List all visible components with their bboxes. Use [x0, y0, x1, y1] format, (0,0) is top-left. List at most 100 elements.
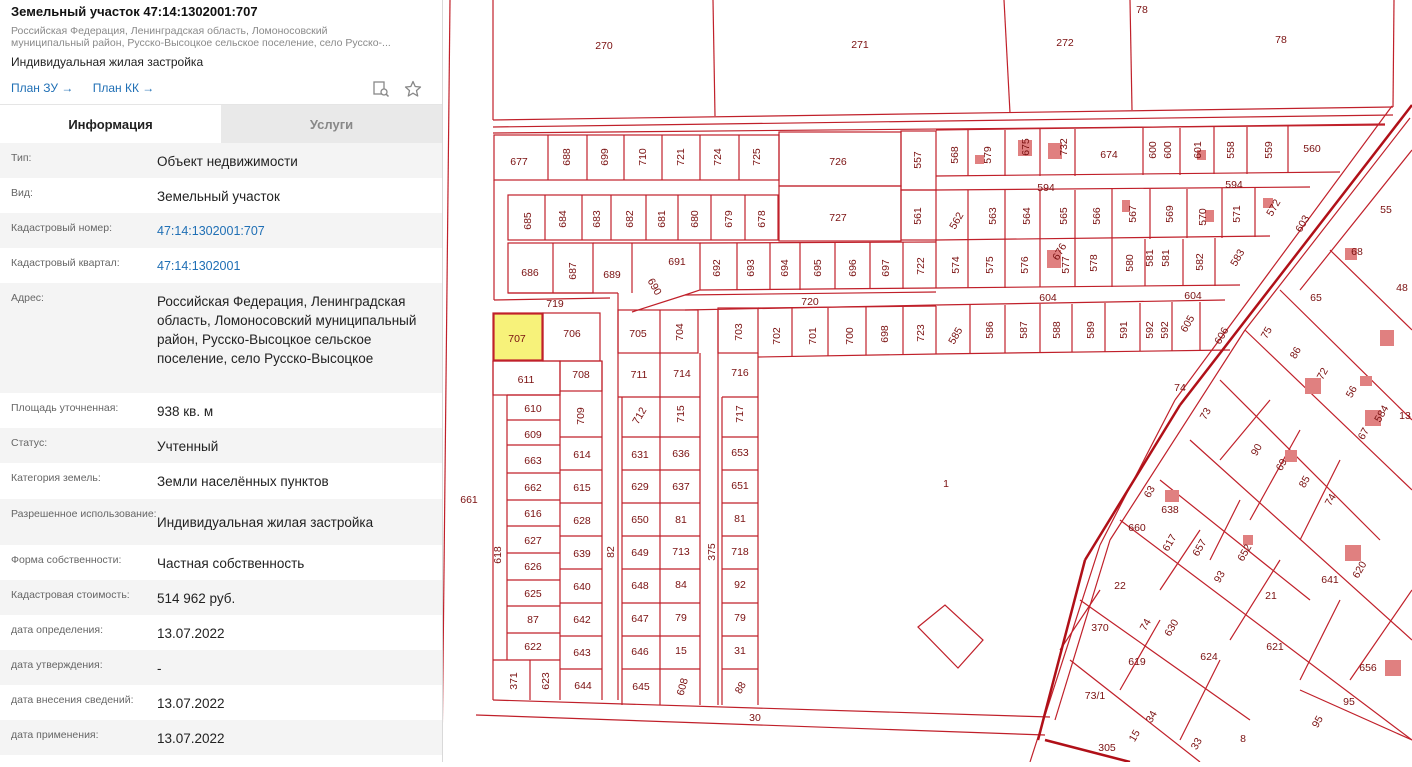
- parcel-label[interactable]: 56: [1344, 384, 1360, 400]
- parcel-label[interactable]: 717: [734, 405, 746, 423]
- parcel-label[interactable]: 586: [984, 321, 996, 339]
- parcel-label[interactable]: 698: [879, 325, 891, 343]
- parcel-label[interactable]: 674: [1100, 149, 1118, 161]
- parcel-label[interactable]: 679: [723, 210, 735, 228]
- parcel-label[interactable]: 87: [527, 614, 539, 626]
- parcel-label[interactable]: 571: [1231, 205, 1243, 223]
- parcel-label[interactable]: 579: [982, 146, 994, 164]
- parcel-label[interactable]: 688: [561, 148, 573, 166]
- parcel-label[interactable]: 713: [672, 546, 690, 558]
- map-canvas[interactable]: 270 271 2727878677 688 699 710 721 724 725 726 557…: [441, 0, 1412, 764]
- parcel-label[interactable]: 706: [563, 328, 581, 340]
- parcel-label[interactable]: 576: [1019, 256, 1031, 274]
- parcel-label[interactable]: 566: [1091, 207, 1103, 225]
- parcel-label[interactable]: 643: [573, 647, 591, 659]
- parcel-label[interactable]: 719: [546, 298, 564, 310]
- parcel-label[interactable]: 578: [1088, 254, 1100, 272]
- parcel-label[interactable]: 78: [1275, 34, 1287, 46]
- parcel-label[interactable]: 84: [675, 579, 687, 591]
- parcel-label[interactable]: 640: [573, 581, 591, 593]
- parcel-label[interactable]: 617: [1160, 532, 1179, 553]
- cadastral-map[interactable]: 270 271 272 78 78 677 688 699 710 721 724 725 726 557…: [441, 0, 1412, 764]
- parcel-label[interactable]: 627: [524, 535, 542, 547]
- parcel-label[interactable]: 81: [734, 513, 746, 525]
- parcel-label[interactable]: 610: [524, 403, 542, 415]
- parcel-label[interactable]: 646: [631, 646, 649, 658]
- parcel-label[interactable]: 614: [573, 449, 591, 461]
- parcel-label[interactable]: 591: [1118, 321, 1130, 339]
- parcel-label[interactable]: 621: [1266, 641, 1284, 653]
- parcel-label[interactable]: 677: [510, 156, 528, 168]
- parcel-label[interactable]: 562: [947, 210, 966, 231]
- parcel-label[interactable]: 585: [946, 325, 965, 346]
- parcel-label[interactable]: 271: [851, 39, 869, 51]
- parcel-label[interactable]: 588: [1051, 321, 1063, 339]
- parcel-label[interactable]: 583: [1228, 247, 1247, 268]
- parcel-label[interactable]: 13: [1399, 410, 1411, 422]
- parcel-label[interactable]: 79: [675, 612, 687, 624]
- parcel-label[interactable]: 642: [573, 614, 591, 626]
- parcel-label[interactable]: 305: [1098, 742, 1116, 754]
- parcel-label[interactable]: 703: [733, 323, 745, 341]
- plan-kk-link[interactable]: План КК →: [93, 81, 155, 95]
- parcel-label[interactable]: 272: [1056, 37, 1074, 49]
- parcel-label[interactable]: 694: [779, 259, 791, 277]
- parcel-label[interactable]: 628: [573, 515, 591, 527]
- parcel-label[interactable]: 564: [1021, 207, 1033, 225]
- parcel-label[interactable]: 592: [1159, 321, 1171, 339]
- parcel-label[interactable]: 639: [573, 548, 591, 560]
- parcel-label[interactable]: 725: [751, 148, 763, 166]
- parcel-label[interactable]: 587: [1018, 321, 1030, 339]
- parcel-label[interactable]: 647: [631, 613, 649, 625]
- parcel-label[interactable]: 582: [1194, 253, 1206, 271]
- parcel-label[interactable]: 67: [1356, 426, 1372, 442]
- parcel-label[interactable]: 73/1: [1085, 690, 1106, 702]
- parcel-label[interactable]: 715: [675, 405, 687, 423]
- parcel-label[interactable]: 95: [1343, 696, 1355, 708]
- parcel-label[interactable]: 636: [672, 448, 690, 460]
- parcel-label[interactable]: 626: [524, 561, 542, 573]
- parcel-label[interactable]: 565: [1058, 207, 1070, 225]
- parcel-label[interactable]: 692: [711, 259, 723, 277]
- parcel-label[interactable]: 702: [771, 327, 783, 345]
- parcel-label[interactable]: 712: [630, 405, 649, 426]
- parcel-label[interactable]: 604: [1184, 290, 1202, 302]
- parcel-label[interactable]: 608: [675, 677, 691, 697]
- parcel-label[interactable]: 85: [1297, 474, 1313, 490]
- parcel-label[interactable]: 723: [915, 324, 927, 342]
- parcel-label[interactable]: 645: [632, 681, 650, 693]
- parcel-label[interactable]: 592: [1144, 321, 1156, 339]
- parcel-label[interactable]: 709: [575, 407, 587, 425]
- parcel-label[interactable]: 563: [987, 207, 999, 225]
- parcel-label[interactable]: 662: [524, 482, 542, 494]
- parcel-label[interactable]: 624: [1200, 651, 1218, 663]
- parcel-label[interactable]: 74: [1174, 382, 1186, 394]
- parcel-label[interactable]: 370: [1091, 622, 1109, 634]
- parcel-label[interactable]: 574: [950, 256, 962, 274]
- parcel-label[interactable]: 8: [1240, 733, 1246, 745]
- parcel-label[interactable]: 714: [673, 368, 691, 380]
- parcel-label[interactable]: 609: [524, 429, 542, 441]
- parcel-label[interactable]: 660: [1128, 522, 1146, 534]
- parcel-label[interactable]: 727: [829, 212, 847, 224]
- parcel-label[interactable]: 68: [1351, 246, 1363, 258]
- parcel-label[interactable]: 682: [624, 210, 636, 228]
- parcel-label[interactable]: 690: [645, 276, 664, 297]
- parcel-label[interactable]: 619: [1128, 656, 1146, 668]
- parcel-label[interactable]: 641: [1321, 574, 1339, 586]
- parcel-label[interactable]: 78: [1136, 4, 1148, 16]
- parcel-label[interactable]: 581: [1160, 249, 1172, 267]
- parcel-label[interactable]: 86: [1288, 345, 1304, 361]
- parcel-label[interactable]: 680: [689, 210, 701, 228]
- parcel-label[interactable]: 708: [572, 369, 590, 381]
- parcel-label[interactable]: 711: [631, 369, 648, 381]
- parcel-label[interactable]: 722: [915, 257, 927, 275]
- parcel-label[interactable]: 693: [745, 259, 757, 277]
- parcel-label[interactable]: 705: [629, 328, 647, 340]
- parcel-label[interactable]: 716: [731, 367, 749, 379]
- search-document-icon[interactable]: [372, 80, 390, 98]
- parcel-label[interactable]: 581: [1144, 249, 1156, 267]
- parcel-label[interactable]: 65: [1310, 292, 1322, 304]
- parcel-label[interactable]: 678: [756, 210, 768, 228]
- parcel-label[interactable]: 73: [1198, 406, 1214, 422]
